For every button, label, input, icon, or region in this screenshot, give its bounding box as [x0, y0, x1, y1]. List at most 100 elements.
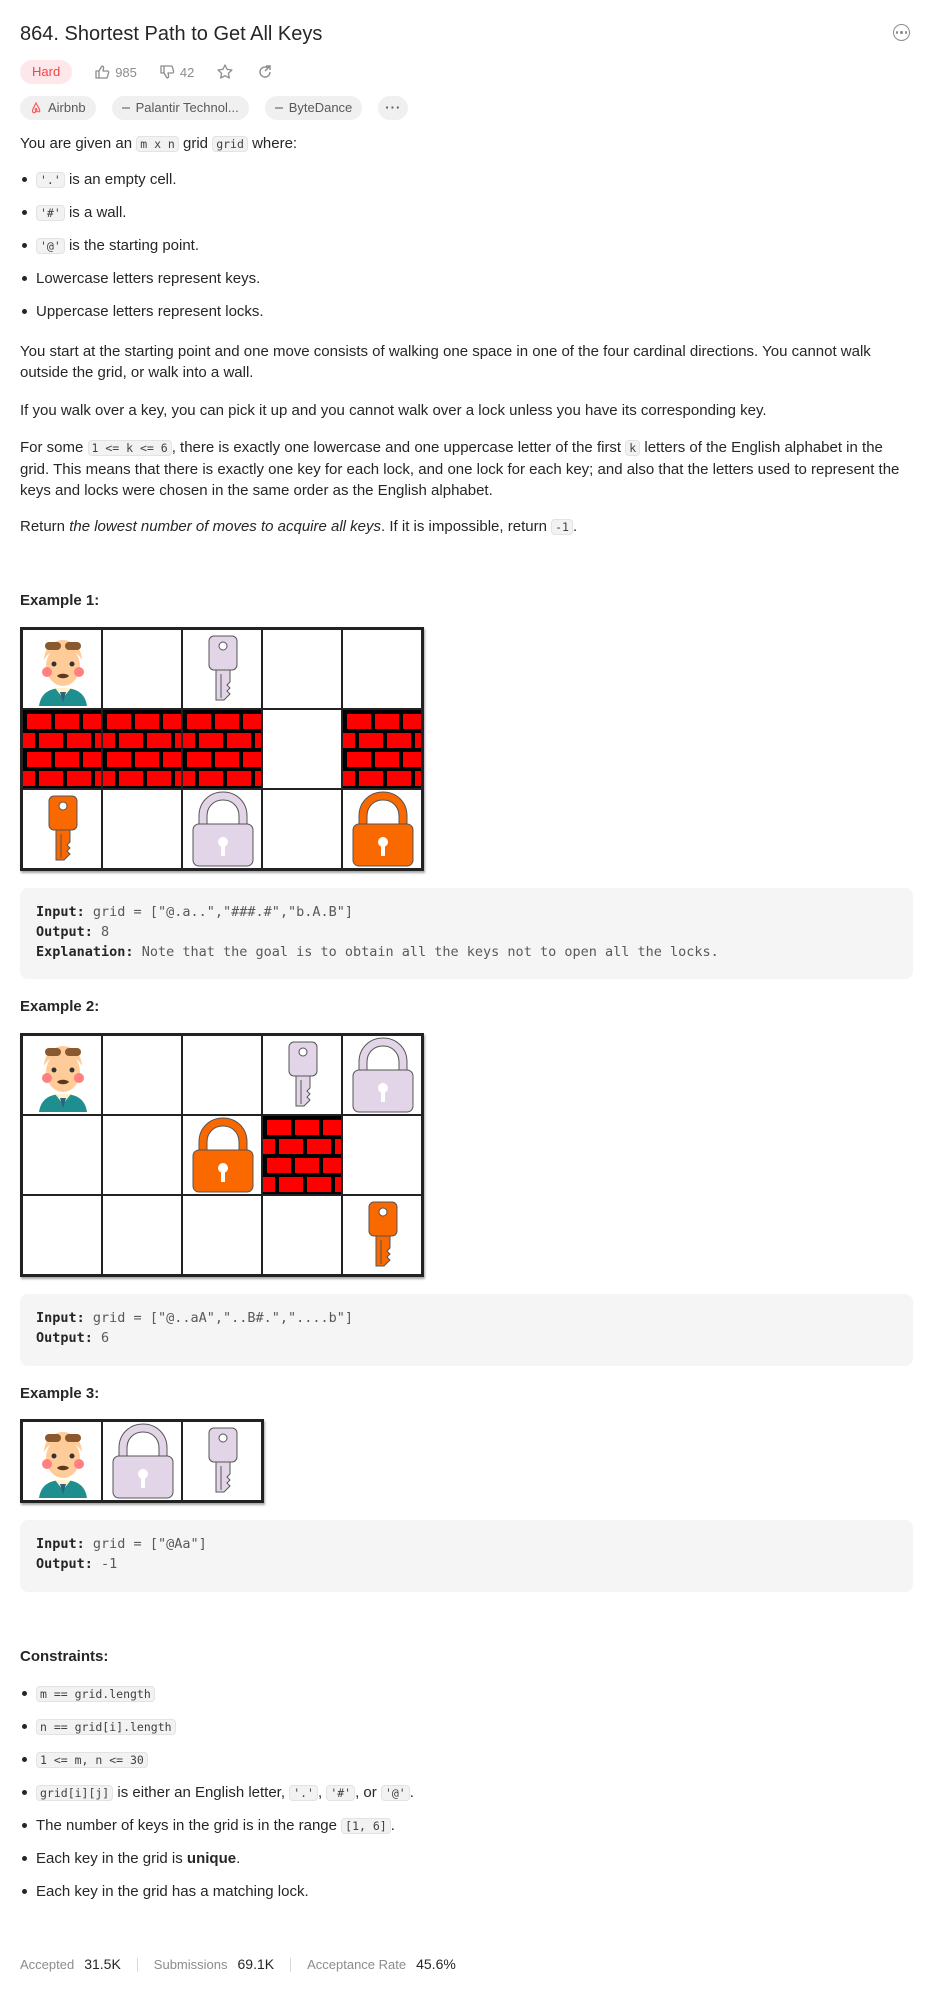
submissions-label: Submissions [153, 1957, 228, 1972]
description-k: For some 1 <= k <= 6, there is exactly o… [20, 439, 900, 499]
grid-cell [102, 629, 182, 709]
problem-meta: Hard 985 42 [20, 59, 274, 85]
list-item: 1 <= m, n <= 30 [20, 1749, 913, 1782]
key-b-icon [48, 795, 78, 861]
constraints-list: m == grid.length n == grid[i].length 1 <… [20, 1683, 913, 1914]
example-3-title: Example 3: [20, 1385, 100, 1402]
wall-icon [183, 710, 261, 788]
grid-cell [342, 1195, 422, 1275]
grid-cell [262, 629, 342, 709]
dislike-count: 42 [179, 64, 195, 80]
grid-cell [182, 789, 262, 869]
lock-a-icon [112, 1423, 174, 1499]
share-icon [259, 65, 272, 78]
share-button[interactable] [256, 63, 274, 81]
wall-icon [23, 710, 101, 788]
grid-cell [262, 1035, 342, 1115]
grid-cell [182, 629, 262, 709]
grid-cell [262, 1115, 342, 1195]
grid-cell [342, 789, 422, 869]
lock-b-icon [352, 791, 414, 867]
grid-cell [182, 1115, 262, 1195]
more-tags-button[interactable]: ··· [378, 96, 409, 120]
list-item: '.' is an empty cell. [20, 169, 913, 202]
list-item: Each key in the grid has a matching lock… [20, 1881, 913, 1914]
person-icon [39, 640, 87, 706]
grid-cell [22, 629, 102, 709]
submissions-value: 69.1K [237, 1956, 275, 1972]
list-item: The number of keys in the grid is in the… [20, 1815, 913, 1848]
acceptance-rate-label: Acceptance Rate [307, 1957, 407, 1972]
list-item: Uppercase letters represent locks. [20, 301, 913, 334]
grid-cell [102, 709, 182, 789]
wall-icon [263, 1116, 341, 1194]
description-moves: You start at the starting point and one … [20, 343, 871, 381]
difficulty-badge: Hard [20, 60, 73, 84]
example-2-title: Example 2: [20, 998, 100, 1015]
description-return: Return the lowest number of moves to acq… [20, 518, 578, 535]
list-item: m == grid.length [20, 1683, 913, 1716]
person-icon [39, 1432, 87, 1498]
problem-title: 864. Shortest Path to Get All Keys [20, 23, 323, 45]
key-a-icon [208, 635, 238, 701]
acceptance-rate-value: 45.6% [416, 1956, 456, 1972]
grid-cell [342, 709, 422, 789]
divider [290, 1957, 292, 1972]
grid-cell [22, 1035, 102, 1115]
list-item: Lowercase letters represent keys. [20, 268, 913, 301]
more-options-icon[interactable] [893, 24, 910, 41]
grid-cell [22, 1195, 102, 1275]
tag-palantir[interactable]: Palantir Technol... [111, 96, 249, 120]
list-item: n == grid[i].length [20, 1716, 913, 1749]
grid-cell [342, 629, 422, 709]
tag-label: Palantir Technol... [135, 100, 239, 115]
example-1-title: Example 1: [20, 592, 100, 609]
grid-cell [102, 1115, 182, 1195]
dash-icon [121, 107, 130, 109]
list-item: grid[i][j] is either an English letter, … [20, 1782, 913, 1815]
company-tags: Airbnb Palantir Technol... ByteDance ··· [20, 96, 409, 120]
constraints-title: Constraints: [20, 1648, 109, 1665]
grid-cell [102, 789, 182, 869]
tag-airbnb[interactable]: Airbnb [20, 96, 96, 120]
grid-cell [22, 709, 102, 789]
lock-a-icon [352, 1037, 414, 1113]
key-b-icon [368, 1201, 398, 1267]
grid-cell [22, 1115, 102, 1195]
lock-a-icon [192, 791, 254, 867]
tag-bytedance[interactable]: ByteDance [264, 96, 363, 120]
cell-legend-list: '.' is an empty cell. '#' is a wall. '@'… [20, 169, 913, 334]
lock-b-icon [192, 1117, 254, 1193]
like-button[interactable]: 985 [94, 62, 137, 83]
example-2-io: Input: grid = ["@..aA","..B#.","....b"] … [20, 1294, 913, 1366]
like-count: 985 [115, 64, 137, 80]
person-icon [39, 1046, 87, 1112]
example-1-io: Input: grid = ["@.a..","###.#","b.A.B"] … [20, 888, 913, 979]
star-icon [217, 64, 233, 79]
list-item: Each key in the grid is unique. [20, 1848, 913, 1881]
grid-cell [22, 1421, 102, 1501]
grid-cell [102, 1195, 182, 1275]
favorite-button[interactable] [216, 63, 234, 81]
grid-cell [102, 1421, 182, 1501]
thumbs-up-icon [95, 65, 110, 79]
dislike-button[interactable]: 42 [159, 62, 194, 83]
problem-page: 864. Shortest Path to Get All Keys Hard … [0, 0, 933, 1989]
submission-stats: Accepted 31.5K Submissions 69.1K Accepta… [20, 1954, 456, 1975]
grid-cell [22, 789, 102, 869]
description-intro: You are given an m x n grid grid where: [20, 135, 298, 152]
example-2-grid [20, 1033, 424, 1277]
grid-cell [182, 709, 262, 789]
grid-cell [262, 789, 342, 869]
grid-cell [262, 1195, 342, 1275]
thumbs-down-icon [160, 65, 175, 79]
example-3-grid [20, 1419, 264, 1503]
description-keys: If you walk over a key, you can pick it … [20, 402, 767, 419]
wall-icon [103, 710, 181, 788]
divider [136, 1957, 138, 1972]
key-a-icon [208, 1427, 238, 1493]
grid-cell [182, 1195, 262, 1275]
list-item: '#' is a wall. [20, 202, 913, 235]
grid-cell [102, 1035, 182, 1115]
grid-cell [182, 1421, 262, 1501]
